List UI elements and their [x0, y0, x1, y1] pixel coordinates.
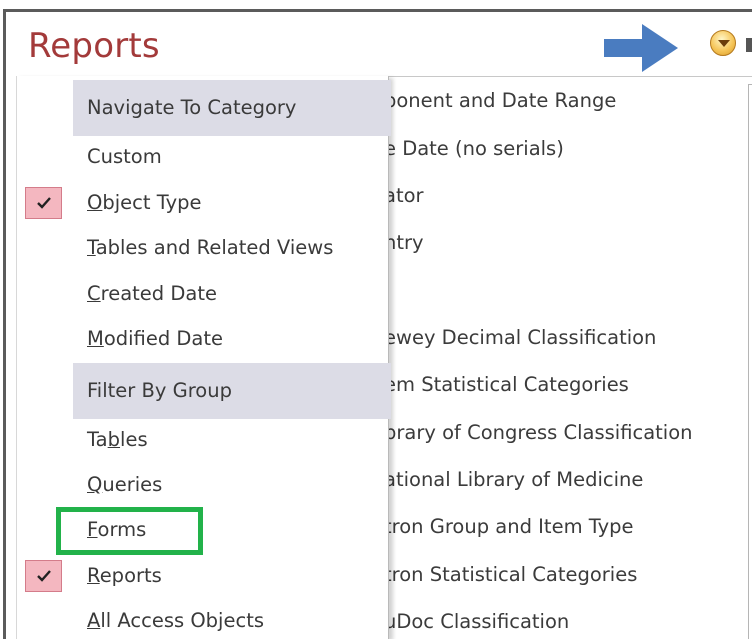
report-list-item[interactable]: uDoc Classification [384, 607, 569, 637]
checkmark-icon [37, 570, 51, 582]
queries-label-rest: ueries [102, 473, 163, 496]
report-list-item[interactable]: ntry [384, 228, 424, 258]
modified-date-access-key: M [87, 327, 104, 350]
menu-item-created-date[interactable]: Created Date [87, 279, 217, 309]
navigate-to-category-header: Navigate To Category [73, 80, 391, 136]
reports-checked-indicator [25, 560, 62, 592]
report-list-item[interactable]: ewey Decimal Classification [384, 323, 656, 353]
menu-item-tables-and-related-views[interactable]: Tables and Related Views [87, 233, 333, 263]
forms-highlight-annotation [56, 507, 203, 555]
reports-access-key: R [87, 564, 100, 587]
menu-item-queries[interactable]: Queries [87, 470, 162, 500]
reports-label-rest: eports [99, 564, 162, 587]
all-access-objects-label-rest: ll Access Objects [100, 609, 264, 632]
chevron-down-icon [718, 40, 730, 47]
tables-access-key: b [107, 428, 121, 451]
right-arrow-icon [604, 24, 678, 72]
menu-item-modified-date[interactable]: Modified Date [87, 324, 223, 354]
tables-related-label-rest: ables and Related Views [95, 236, 334, 259]
report-list-item[interactable]: em Statistical Categories [384, 370, 629, 400]
object-type-access-key: O [87, 191, 103, 214]
pane-dropdown-button[interactable] [710, 30, 736, 56]
tables-related-access-key: T [87, 236, 96, 259]
report-list-item[interactable]: ator [384, 181, 424, 211]
clipped-edge-element [746, 38, 752, 52]
menu-item-reports[interactable]: Reports [87, 561, 162, 591]
created-date-access-key: C [87, 282, 101, 305]
pane-title[interactable]: Reports [28, 24, 160, 68]
all-access-objects-access-key: A [87, 609, 101, 632]
menu-item-all-access-objects[interactable]: All Access Objects [87, 606, 264, 636]
tables-label-rest: les [120, 428, 148, 451]
menu-item-custom[interactable]: Custom [87, 142, 162, 172]
object-type-label-rest: bject Type [102, 191, 202, 214]
report-list-item[interactable]: brary of Congress Classification [384, 418, 693, 448]
modified-date-label-rest: odified Date [103, 327, 224, 350]
menu-item-object-type[interactable]: Object Type [87, 188, 202, 218]
adjacent-panel-edge [748, 84, 752, 639]
tables-label-start: Ta [87, 428, 108, 451]
report-list-item[interactable]: e Date (no serials) [384, 134, 564, 164]
object-type-checked-indicator [25, 187, 62, 219]
report-list-item[interactable]: ponent and Date Range [384, 86, 616, 116]
checkmark-icon [37, 197, 51, 209]
created-date-label-rest: reated Date [100, 282, 217, 305]
report-list-item[interactable]: tron Statistical Categories [384, 560, 637, 590]
report-list-item[interactable]: ational Library of Medicine [384, 465, 643, 495]
filter-by-group-header: Filter By Group [73, 363, 391, 419]
report-list-item[interactable]: tron Group and Item Type [384, 512, 634, 542]
queries-access-key: Q [87, 473, 103, 496]
menu-item-tables[interactable]: Tables [87, 425, 148, 455]
